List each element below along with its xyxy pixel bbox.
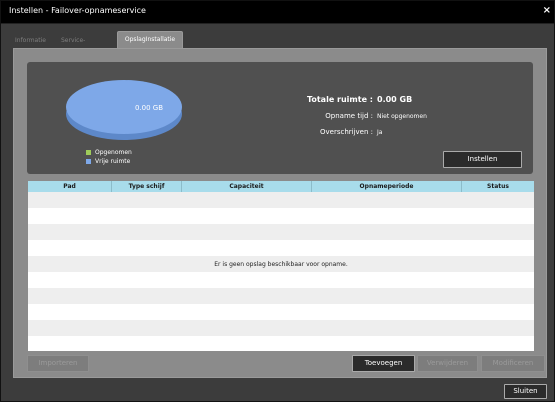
pie-value-label: 0.00 GB [135, 104, 163, 112]
table-header: Pad Type schijf Capaciteit Opnameperiode… [28, 181, 534, 192]
storage-summary: 0.00 GB Opgenomen Vrije ruimte Totale ru… [27, 62, 533, 174]
legend-item-free: Vrije ruimte [86, 157, 132, 166]
setup-button[interactable]: Instellen [443, 151, 522, 168]
table-row [28, 192, 534, 208]
legend-swatch-free [86, 159, 91, 164]
add-button[interactable]: Toevoegen [352, 355, 415, 372]
modify-button[interactable]: Modificeren [481, 355, 545, 372]
table-body [28, 192, 534, 351]
rec-time-value: Niet opgenomen [377, 113, 427, 120]
empty-table-message: Er is geen opslag beschikbaar voor opnam… [214, 261, 348, 268]
total-space-label: Totale ruimte : [306, 95, 373, 104]
legend-label-recorded: Opgenomen [95, 149, 132, 156]
pie-slice-free [66, 80, 182, 134]
table-row [28, 224, 534, 240]
table-row [28, 304, 534, 320]
close-icon[interactable]: × [543, 5, 551, 16]
rec-time-label: Opname tijd : [325, 112, 373, 120]
close-button[interactable]: Sluiten [504, 384, 547, 399]
column-header-period[interactable]: Opnameperiode [312, 181, 462, 192]
table-row [28, 208, 534, 224]
overwrite-label: Overschrijven : [319, 128, 373, 136]
table-row [28, 272, 534, 288]
column-header-capacity[interactable]: Capaciteit [182, 181, 312, 192]
total-space-value: 0.00 GB [377, 95, 413, 104]
column-header-type[interactable]: Type schijf [112, 181, 182, 192]
table-row [28, 336, 534, 351]
title-bar: Instellen - Failover-opnameservice × [1, 1, 554, 24]
column-header-status[interactable]: Status [462, 181, 534, 192]
window-title: Instellen - Failover-opnameservice [9, 6, 146, 15]
table-row [28, 240, 534, 256]
column-header-pad[interactable]: Pad [28, 181, 112, 192]
overwrite-value: Ja [377, 129, 383, 136]
legend-item-recorded: Opgenomen [86, 148, 132, 157]
legend-swatch-recorded [86, 150, 91, 155]
storage-pie-chart: 0.00 GB [66, 80, 182, 140]
tab-informatie[interactable]: Informatie [15, 33, 46, 48]
storage-table: Pad Type schijf Capaciteit Opnameperiode… [27, 180, 535, 352]
dialog-window: Instellen - Failover-opnameservice × Inf… [0, 0, 555, 402]
legend-label-free: Vrije ruimte [95, 158, 131, 165]
table-row [28, 320, 534, 336]
pie-legend: Opgenomen Vrije ruimte [86, 148, 132, 166]
tab-service-instelling[interactable]: Service-instelling [61, 33, 88, 59]
remove-button[interactable]: Verwijderen [417, 355, 478, 372]
import-button[interactable]: Importeren [27, 355, 89, 372]
storage-panel: 0.00 GB Opgenomen Vrije ruimte Totale ru… [13, 48, 547, 378]
table-row [28, 288, 534, 304]
tab-opslaginstallatie[interactable]: OpslagInstallatie [117, 31, 183, 48]
